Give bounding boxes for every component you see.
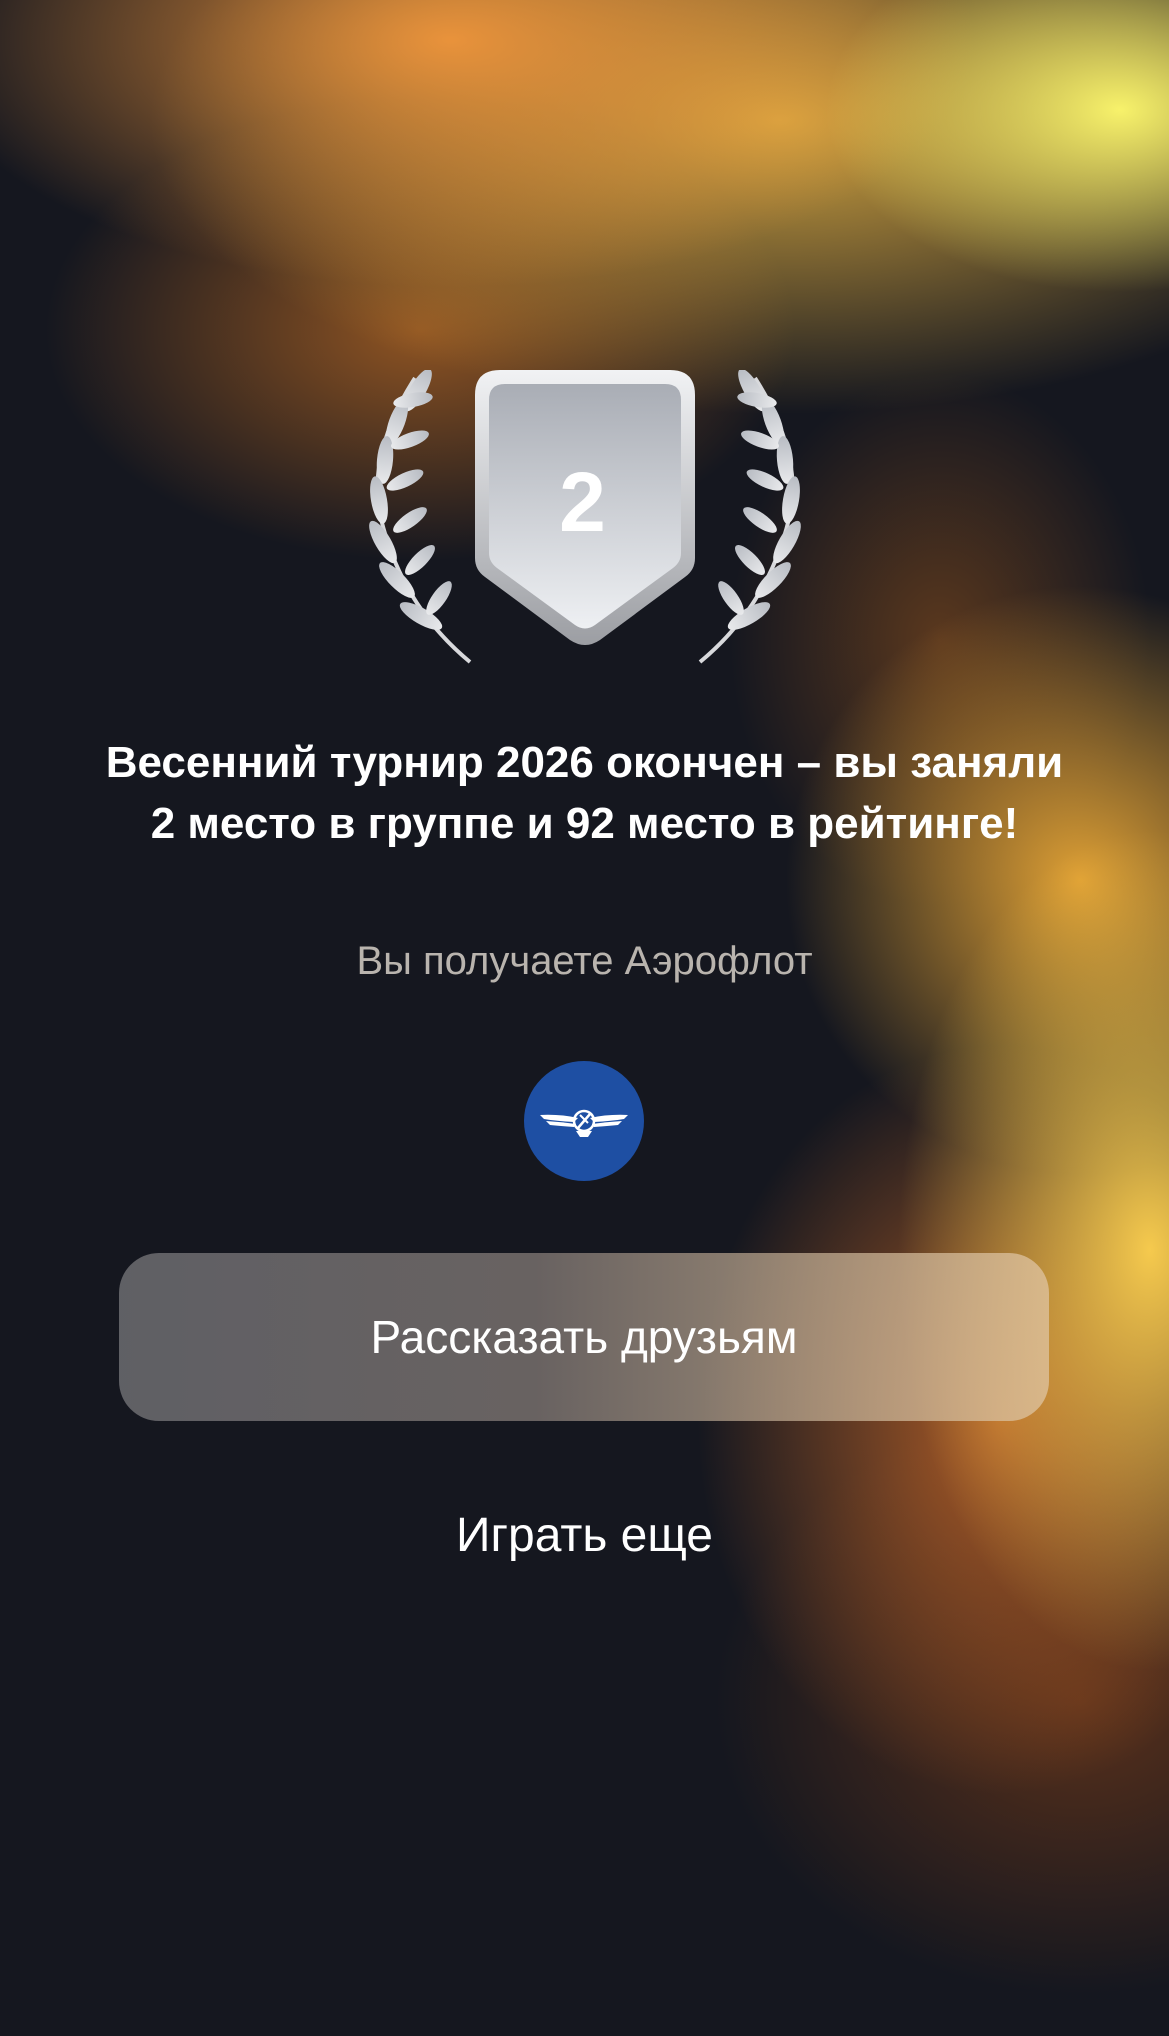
reward-subtitle: Вы получаете Аэрофлот xyxy=(356,939,813,983)
result-title: Весенний турнир 2026 окончен – вы заняли… xyxy=(105,738,1064,848)
aeroflot-logo xyxy=(524,1061,644,1181)
right-laurel-icon xyxy=(698,370,801,664)
winged-hammer-sickle-icon xyxy=(540,1109,628,1137)
place-number: 2 xyxy=(559,455,606,549)
tournament-result-screen: 2 Весенний турнир 2026 окончен – вы заня… xyxy=(0,0,1169,2036)
gradient-background xyxy=(0,0,1169,2036)
left-laurel-icon xyxy=(369,370,472,664)
play-again-button[interactable]: Играть еще xyxy=(300,1506,869,1566)
share-with-friends-button[interactable]: Рассказать друзьям xyxy=(119,1253,1049,1421)
